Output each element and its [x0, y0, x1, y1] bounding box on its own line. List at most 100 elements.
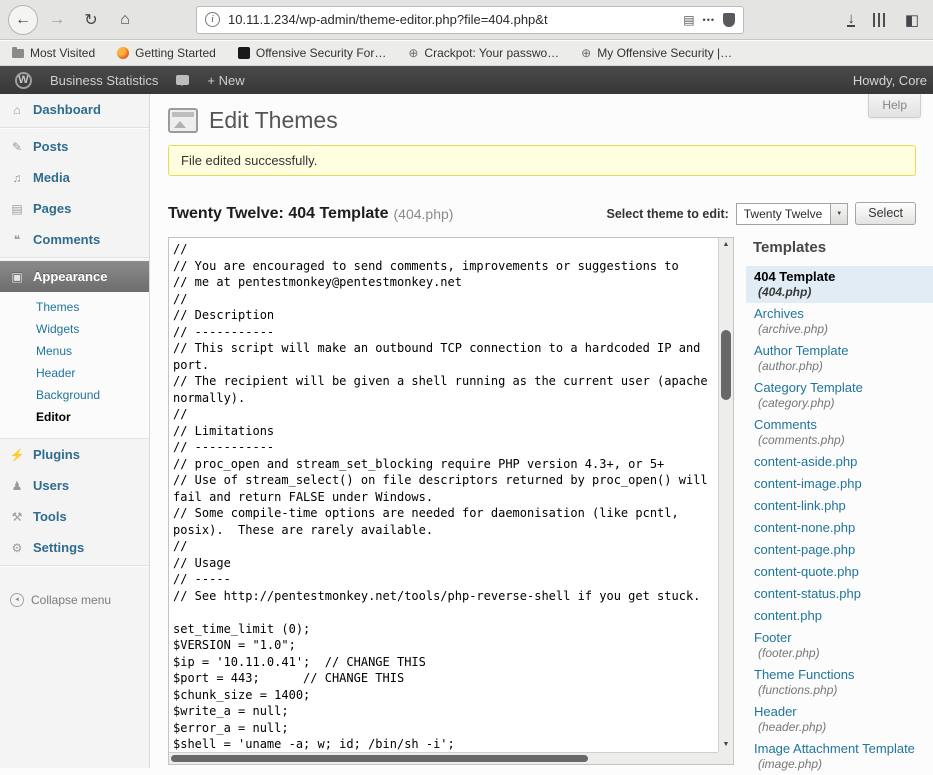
bookmark-label: Offensive Security For…: [256, 46, 387, 60]
template-item-content-page[interactable]: content-page.php: [746, 539, 933, 561]
template-item-content-link[interactable]: content-link.php: [746, 495, 933, 517]
scroll-up-icon[interactable]: ▲: [719, 239, 733, 251]
theme-select-dropdown[interactable]: Twenty Twelve ▼: [736, 203, 848, 225]
template-link[interactable]: content-quote.php: [754, 564, 925, 579]
template-link[interactable]: content-image.php: [754, 476, 925, 491]
bookmark-getting-started[interactable]: Getting Started: [117, 46, 216, 60]
site-info-icon[interactable]: i: [205, 12, 220, 27]
template-link[interactable]: Archives: [754, 306, 925, 321]
menu-label: Plugins: [33, 447, 80, 462]
template-link[interactable]: Footer: [754, 630, 925, 645]
template-item-category[interactable]: Category Template(category.php): [746, 377, 933, 414]
template-link[interactable]: content-link.php: [754, 498, 925, 513]
code-editor[interactable]: // // You are encouraged to send comment…: [168, 237, 734, 765]
vertical-scroll-thumb[interactable]: [721, 330, 731, 400]
template-item-footer[interactable]: Footer(footer.php): [746, 627, 933, 664]
template-item-content-none[interactable]: content-none.php: [746, 517, 933, 539]
editor-vertical-scrollbar[interactable]: ▲ ▼: [718, 238, 733, 752]
template-link[interactable]: content-none.php: [754, 520, 925, 535]
bookmark-offensive-security[interactable]: Offensive Security For…: [238, 46, 387, 60]
bookmark-most-visited[interactable]: Most Visited: [12, 46, 95, 60]
template-link[interactable]: Theme Functions: [754, 667, 925, 682]
template-link[interactable]: 404 Template: [754, 269, 925, 284]
bookmark-my-offensive-security[interactable]: ⊕My Offensive Security |…: [581, 46, 732, 60]
sidebar-item-pages[interactable]: ▤Pages: [0, 193, 149, 224]
url-bar[interactable]: i 10.11.1.234/wp-admin/theme-editor.php?…: [196, 6, 744, 34]
howdy-account-menu[interactable]: Howdy, Core: [845, 73, 927, 88]
template-item-functions[interactable]: Theme Functions(functions.php): [746, 664, 933, 701]
template-link[interactable]: Image Attachment Template: [754, 741, 925, 756]
bookmark-crackpot[interactable]: ⊕Crackpot: Your passwo…: [408, 46, 559, 60]
template-item-404[interactable]: 404 Template(404.php): [746, 266, 933, 303]
submenu-item-editor[interactable]: Editor: [0, 406, 149, 428]
template-item-image-attachment[interactable]: Image Attachment Template(image.php): [746, 738, 933, 775]
page-actions-icon[interactable]: •••: [703, 15, 715, 25]
template-item-header[interactable]: Header(header.php): [746, 701, 933, 738]
code-textarea[interactable]: // // You are encouraged to send comment…: [169, 238, 718, 752]
template-link[interactable]: Header: [754, 704, 925, 719]
site-name-menu[interactable]: Business Statistics: [41, 66, 167, 94]
template-item-content-status[interactable]: content-status.php: [746, 583, 933, 605]
file-header: Twenty Twelve: 404 Template (404.php) Se…: [168, 202, 916, 225]
template-item-author[interactable]: Author Template(author.php): [746, 340, 933, 377]
library-icon[interactable]: [873, 13, 887, 27]
sidebar-item-users[interactable]: ♟Users: [0, 470, 149, 501]
template-link[interactable]: content.php: [754, 608, 925, 623]
collapse-label: Collapse menu: [31, 593, 111, 607]
sidebar-item-appearance[interactable]: ▣Appearance: [0, 261, 149, 292]
editor-horizontal-scrollbar[interactable]: [169, 752, 718, 764]
template-item-comments[interactable]: Comments (comments.php): [746, 414, 933, 451]
scroll-down-icon[interactable]: ▼: [719, 739, 733, 751]
downloads-icon[interactable]: ↓: [847, 12, 855, 27]
submenu-item-widgets[interactable]: Widgets: [0, 318, 149, 340]
reader-mode-icon[interactable]: ▤: [683, 13, 694, 27]
menu-label: Posts: [33, 139, 68, 154]
template-link[interactable]: Category Template: [754, 380, 925, 395]
template-item-content-image[interactable]: content-image.php: [746, 473, 933, 495]
select-theme-label: Select theme to edit:: [607, 207, 729, 221]
home-button[interactable]: ⌂: [110, 5, 140, 35]
select-theme-button[interactable]: Select: [855, 202, 916, 225]
sidebar-item-dashboard[interactable]: ⌂Dashboard: [0, 94, 149, 125]
template-link[interactable]: content-page.php: [754, 542, 925, 557]
plugins-icon: ⚡: [9, 448, 25, 462]
template-link[interactable]: Author Template: [754, 343, 925, 358]
wp-logo-menu[interactable]: W: [6, 66, 41, 94]
wp-admin-bar: W Business Statistics + New Howdy, Core: [0, 66, 933, 94]
url-text[interactable]: 10.11.1.234/wp-admin/theme-editor.php?fi…: [228, 12, 675, 27]
comments-bubble-icon: [176, 75, 189, 85]
submenu-item-header[interactable]: Header: [0, 362, 149, 384]
template-file: (comments.php): [758, 434, 925, 447]
reload-icon: ↻: [84, 10, 97, 30]
sidebar-item-settings[interactable]: ⚙Settings: [0, 532, 149, 563]
sidebar-item-posts[interactable]: ✎Posts: [0, 131, 149, 162]
template-item-archives[interactable]: Archives(archive.php): [746, 303, 933, 340]
submenu-item-background[interactable]: Background: [0, 384, 149, 406]
themes-screen-icon: [168, 108, 198, 133]
template-item-content-quote[interactable]: content-quote.php: [746, 561, 933, 583]
horizontal-scroll-thumb[interactable]: [171, 755, 588, 762]
toolbar-right-icons: ↓ ◧: [847, 11, 925, 29]
reload-button[interactable]: ↻: [76, 5, 106, 35]
help-button[interactable]: Help: [868, 94, 921, 118]
submenu-item-themes[interactable]: Themes: [0, 296, 149, 318]
sidebar-item-media[interactable]: ♫Media: [0, 162, 149, 193]
dropdown-arrow-icon: ▼: [830, 204, 847, 224]
back-button[interactable]: ←: [8, 5, 38, 35]
sidebar-item-comments[interactable]: ❝Comments: [0, 224, 149, 255]
bookmark-icon[interactable]: [723, 13, 735, 27]
sidebar-toggle-icon[interactable]: ◧: [905, 11, 919, 29]
template-item-content-php[interactable]: content.php: [746, 605, 933, 627]
comments-menu[interactable]: [167, 66, 198, 94]
submenu-item-menus[interactable]: Menus: [0, 340, 149, 362]
sidebar-item-tools[interactable]: ⚒Tools: [0, 501, 149, 532]
sidebar-item-plugins[interactable]: ⚡ Plugins: [0, 439, 149, 470]
template-item-content-aside[interactable]: content-aside.php: [746, 451, 933, 473]
template-link[interactable]: content-aside.php: [754, 454, 925, 469]
template-link[interactable]: content-status.php: [754, 586, 925, 601]
menu-label: Users: [33, 478, 69, 493]
new-content-menu[interactable]: + New: [198, 66, 253, 94]
template-link[interactable]: Comments: [754, 417, 925, 432]
collapse-menu-button[interactable]: ◄Collapse menu: [0, 585, 149, 615]
forward-button[interactable]: →: [42, 5, 72, 35]
